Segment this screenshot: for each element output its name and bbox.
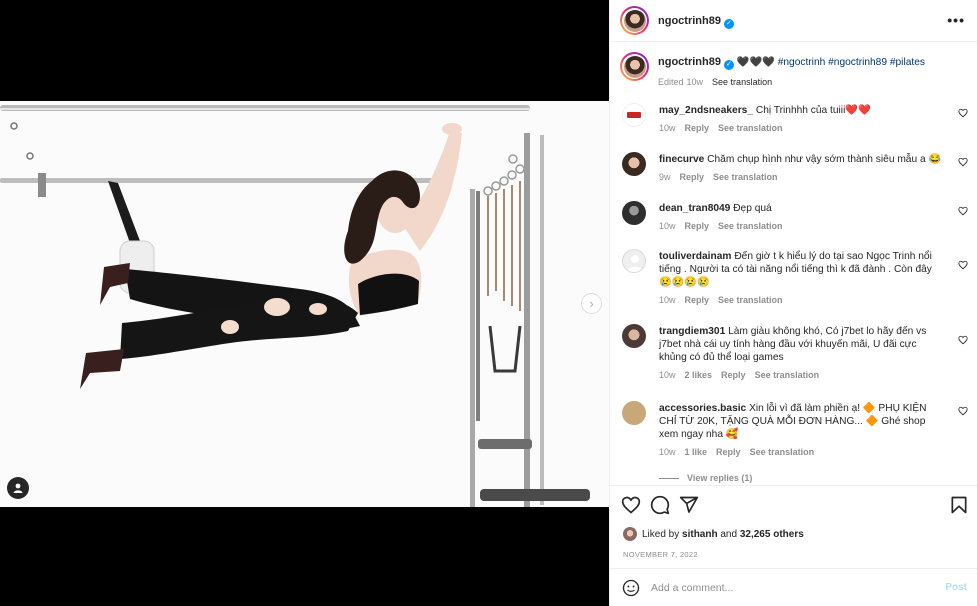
post-media: › <box>0 0 609 606</box>
comment-age: 10w <box>659 370 676 380</box>
comment-age: 10w <box>659 123 676 133</box>
see-translation-button[interactable]: See translation <box>713 172 778 182</box>
author-avatar[interactable] <box>620 6 649 35</box>
author-username[interactable]: ngoctrinh89 <box>658 15 721 27</box>
liked-by-prefix: Liked by <box>642 528 680 540</box>
view-replies-label: View replies (1) <box>687 473 753 483</box>
post-photo[interactable] <box>0 101 609 507</box>
post-header: ngoctrinh89 ✓ ••• <box>610 0 977 42</box>
heart-icon[interactable] <box>621 495 641 515</box>
caption-age: 10w <box>686 77 704 87</box>
comment-avatar[interactable] <box>622 201 646 225</box>
caption-see-translation[interactable]: See translation <box>712 77 772 87</box>
liked-by-user[interactable]: sithanh <box>682 529 718 540</box>
tag-user-icon[interactable] <box>7 477 29 499</box>
post-side-panel: ngoctrinh89 ✓ ••• ngoctrinh89 ✓ 🖤🖤🖤 #ngoct… <box>609 0 977 606</box>
liked-by-and: and <box>720 528 738 540</box>
emoji-icon[interactable] <box>622 579 640 597</box>
reply-button[interactable]: Reply <box>680 172 705 182</box>
comment-likes[interactable]: 2 likes <box>685 370 713 380</box>
reply-button[interactable]: Reply <box>716 447 741 457</box>
comment-emoji: 🥰 <box>725 429 739 440</box>
post-comment-button[interactable]: Post <box>945 582 967 593</box>
verified-icon: ✓ <box>723 19 734 29</box>
see-translation-button[interactable]: See translation <box>718 295 783 305</box>
likes-count[interactable]: 32,265 others <box>740 529 804 540</box>
chevron-right-icon: › <box>589 296 594 311</box>
comment-icon[interactable] <box>650 495 670 515</box>
reply-button[interactable]: Reply <box>685 123 710 133</box>
comment-username[interactable]: finecurve <box>659 154 704 165</box>
comment-like-icon[interactable] <box>958 260 968 270</box>
see-translation-button[interactable]: See translation <box>718 221 783 231</box>
comment-like-icon[interactable] <box>958 406 968 416</box>
comment-text: Chăm chụp hình như vậy sớm thành siêu mẫ… <box>707 154 926 165</box>
comment-avatar[interactable] <box>622 401 646 425</box>
comment-text: Chị Trinhhh của tuiii <box>755 105 846 116</box>
comment-input[interactable] <box>651 578 931 598</box>
comment-age: 9w <box>659 172 671 182</box>
caption-hashtags[interactable]: #ngoctrinh #ngoctrinh89 #pilates <box>778 57 925 68</box>
comment-avatar[interactable] <box>622 103 646 127</box>
save-icon[interactable] <box>949 495 969 515</box>
share-icon[interactable] <box>679 495 699 515</box>
add-comment-bar: Post <box>610 568 977 606</box>
comment-avatar[interactable] <box>622 152 646 176</box>
author-avatar[interactable] <box>620 52 649 81</box>
comment-like-icon[interactable] <box>958 335 968 345</box>
see-translation-button[interactable]: See translation <box>750 447 815 457</box>
next-photo-button[interactable]: › <box>581 293 602 314</box>
comment-text: Đẹp quá <box>733 203 772 214</box>
reply-button[interactable]: Reply <box>721 370 746 380</box>
likes-summary: Liked by sithanh and 32,265 others <box>623 527 804 541</box>
comment-age: 10w <box>659 447 676 457</box>
comment-age: 10w <box>659 221 676 231</box>
comment-like-icon[interactable] <box>958 157 968 167</box>
comments-list[interactable]: ngoctrinh89 ✓ 🖤🖤🖤 #ngoctrinh #ngoctrinh89… <box>610 43 977 485</box>
comment-emoji: 😂 <box>928 154 942 165</box>
comment-username[interactable]: dean_tran8049 <box>659 203 730 214</box>
reply-button[interactable]: Reply <box>685 295 710 305</box>
photo-illustration <box>0 105 590 507</box>
reply-button[interactable]: Reply <box>685 221 710 231</box>
comment-avatar[interactable] <box>622 249 646 273</box>
more-icon[interactable]: ••• <box>947 12 965 28</box>
comment-age: 10w <box>659 295 676 305</box>
comment-username[interactable]: may_2ndsneakers_ <box>659 105 753 116</box>
verified-icon: ✓ <box>723 60 734 70</box>
comment-like-icon[interactable] <box>958 206 968 216</box>
comment-emoji: 😢😢😢😢 <box>659 277 710 288</box>
comment-username[interactable]: accessories.basic <box>659 403 746 414</box>
caption-username[interactable]: ngoctrinh89 <box>658 56 721 68</box>
post-actions: Liked by sithanh and 32,265 others NOVEM… <box>610 485 977 606</box>
comment-username[interactable]: touliverdainam <box>659 251 731 262</box>
liked-by-avatar[interactable] <box>623 527 637 541</box>
comment-username[interactable]: trangdiem301 <box>659 326 725 337</box>
comment-avatar[interactable] <box>622 324 646 348</box>
caption-emoji: 🖤🖤🖤 <box>736 57 775 68</box>
see-translation-button[interactable]: See translation <box>755 370 820 380</box>
comment-like-icon[interactable] <box>958 108 968 118</box>
post-date: NOVEMBER 7, 2022 <box>623 550 698 559</box>
see-translation-button[interactable]: See translation <box>718 123 783 133</box>
view-replies-button[interactable]: View replies (1) <box>659 473 752 483</box>
comment-emoji: ❤️❤️ <box>845 105 871 116</box>
comment-likes[interactable]: 1 like <box>685 447 708 457</box>
caption-edited: Edited <box>658 77 684 87</box>
